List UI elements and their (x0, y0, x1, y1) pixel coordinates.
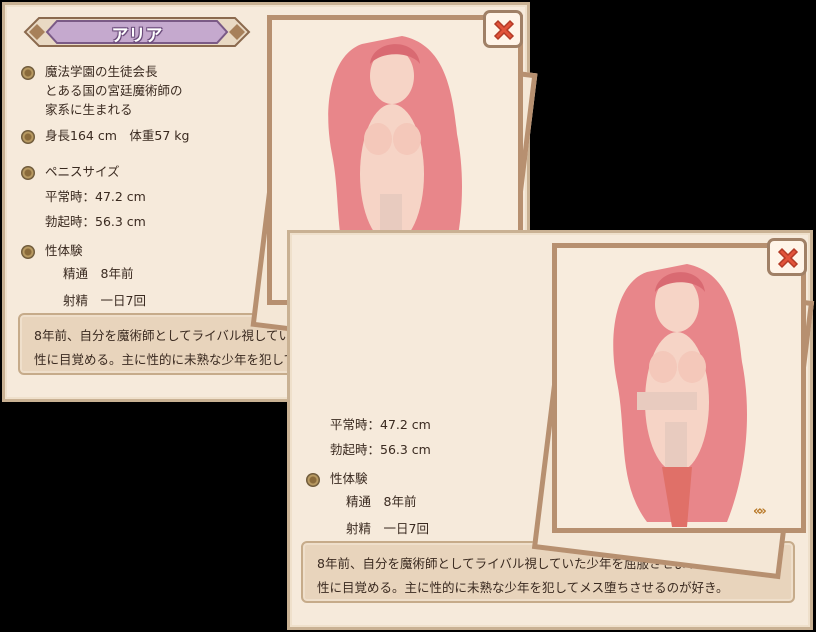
close-button[interactable] (767, 238, 807, 276)
bullet-icon (306, 473, 320, 487)
experience-title: 性体験 (330, 471, 368, 486)
close-icon (493, 19, 515, 41)
normal-size: 平常時：47.2 cm (330, 417, 431, 432)
erect-size: 勃起時：56.3 cm (330, 442, 431, 457)
experience-2: 射精 一日7回 (63, 293, 146, 308)
close-button[interactable] (483, 10, 523, 48)
normal-size: 平常時：47.2 cm (45, 189, 146, 204)
toggle-view-button[interactable]: «» (753, 504, 767, 519)
portrait-card: «» (552, 243, 806, 533)
experience-2: 射精 一日7回 (346, 521, 429, 536)
size-title: ペニスサイズ (45, 164, 120, 179)
profile-panel-back: 平常時：47.2 cm 勃起時：56.3 cm 性体験 精通 8年前 射精 一日… (287, 230, 815, 630)
close-icon (777, 247, 799, 269)
bullet-icon (21, 130, 35, 144)
title-banner: アリア (23, 15, 251, 49)
bullet-icon (21, 245, 35, 259)
description-line-2: 性に目覚める。主に性的に未熟な少年を犯してメス堕ちさせるのが好き。 (317, 580, 729, 595)
bullet-icon (21, 166, 35, 180)
experience-1: 精通 8年前 (63, 266, 134, 281)
character-portrait-icon (613, 264, 747, 527)
bullet-icon (21, 66, 35, 80)
profile-line-3: 家系に生まれる (45, 102, 133, 117)
height-weight: 身長164 cm 体重57 kg (45, 128, 190, 143)
character-name: アリア (111, 26, 163, 46)
erect-size: 勃起時：56.3 cm (45, 214, 146, 229)
experience-1: 精通 8年前 (346, 494, 417, 509)
experience-title: 性体験 (45, 243, 83, 258)
